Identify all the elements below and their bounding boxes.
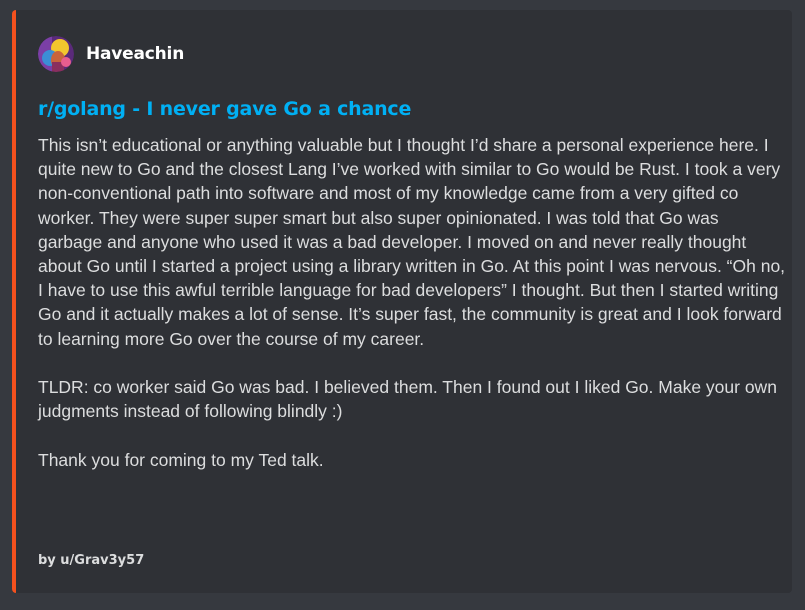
embed-author: Haveachin	[38, 34, 184, 74]
reddit-embed: Haveachin r/golang - I never gave Go a c…	[12, 10, 792, 593]
embed-description: This isn’t educational or anything valua…	[38, 133, 786, 472]
embed-footer: by u/Grav3y57	[38, 553, 145, 568]
user-avatar-icon[interactable]	[38, 36, 74, 72]
embed-title-link[interactable]: r/golang - I never gave Go a chance	[38, 98, 411, 120]
description-paragraph: TLDR: co worker said Go was bad. I belie…	[38, 377, 777, 422]
description-paragraph: Thank you for coming to my Ted talk.	[38, 449, 324, 470]
author-name[interactable]: Haveachin	[86, 44, 184, 64]
description-paragraph: This isn’t educational or anything valua…	[38, 135, 786, 349]
